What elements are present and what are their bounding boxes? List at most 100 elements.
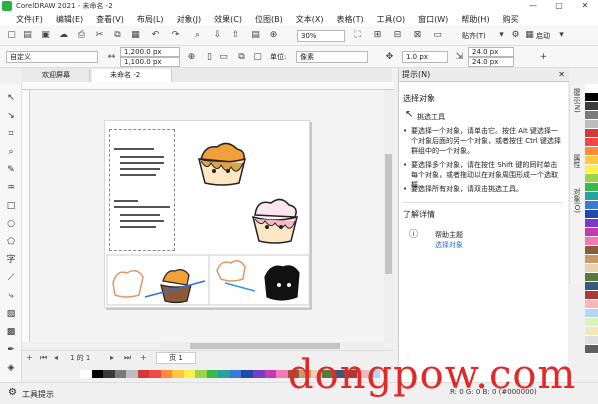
menu-file[interactable]: 文件(F): [16, 14, 43, 25]
portrait-icon[interactable]: ▯: [204, 52, 215, 63]
cupcake-orange[interactable]: [197, 142, 247, 186]
vertical-scrollbar[interactable]: [384, 90, 393, 342]
first-page-icon[interactable]: ⏮: [40, 353, 47, 363]
menu-tools[interactable]: 工具(O): [377, 14, 406, 25]
color-swatch[interactable]: [585, 291, 598, 300]
color-swatch[interactable]: [585, 327, 598, 336]
document-color-swatch[interactable]: [149, 370, 161, 378]
cut-icon[interactable]: ✂: [94, 30, 105, 41]
document-color-swatch[interactable]: [103, 370, 115, 378]
document-color-swatch[interactable]: [195, 370, 207, 378]
landscape-icon[interactable]: ▭: [218, 52, 229, 63]
document-color-swatch[interactable]: [91, 370, 104, 378]
page-height-field[interactable]: 1,100.0 px: [120, 57, 180, 67]
color-swatch[interactable]: [585, 156, 598, 165]
menu-bitmaps[interactable]: 位图(B): [255, 14, 283, 25]
document-color-swatch[interactable]: [264, 370, 277, 378]
color-swatch[interactable]: [585, 111, 598, 120]
document-color-swatch[interactable]: [80, 370, 92, 378]
interactive-fill-tool-icon[interactable]: ◈: [5, 362, 17, 374]
side-tab-properties[interactable]: 属性: [572, 154, 582, 168]
color-swatch[interactable]: [585, 345, 598, 354]
page-tab-1[interactable]: 页 1: [156, 352, 196, 364]
color-swatch[interactable]: [585, 219, 598, 228]
open-folder-icon[interactable]: ▤: [22, 30, 33, 41]
side-tab-objects[interactable]: 对象(O): [572, 188, 582, 213]
new-document-icon[interactable]: ▢: [6, 30, 17, 41]
text-tool-icon[interactable]: 字: [5, 254, 17, 266]
horizontal-scrollbar[interactable]: [160, 342, 384, 350]
artistic-media-tool-icon[interactable]: ♒: [5, 182, 17, 194]
color-swatch[interactable]: [585, 165, 598, 174]
launch-icon[interactable]: ▦: [524, 30, 535, 41]
color-swatch[interactable]: [585, 255, 598, 264]
color-swatch[interactable]: [585, 138, 598, 147]
drawing-canvas[interactable]: [30, 90, 384, 342]
rulers-icon[interactable]: ⊞: [372, 30, 383, 41]
zoom-tool-icon[interactable]: ⌕: [5, 146, 17, 158]
lock-ratio-icon[interactable]: ⊕: [186, 52, 197, 63]
document-color-swatch[interactable]: [218, 370, 230, 378]
nudge-distance-field[interactable]: 1.0 px: [402, 51, 448, 63]
horizontal-scroll-thumb[interactable]: [190, 343, 340, 349]
paste-icon[interactable]: ▦: [130, 30, 141, 41]
page-width-field[interactable]: 1,200.0 px: [120, 47, 180, 57]
menu-effects[interactable]: 效果(C): [214, 14, 242, 25]
document-color-swatch[interactable]: [160, 370, 173, 378]
color-swatch[interactable]: [585, 282, 598, 291]
color-swatch[interactable]: [585, 147, 598, 156]
settings-gear-icon[interactable]: ⚙: [8, 387, 17, 398]
menu-window[interactable]: 窗口(W): [418, 14, 448, 25]
cloud-upload-icon[interactable]: ☁: [58, 30, 69, 41]
color-swatch[interactable]: [585, 174, 598, 183]
color-swatch[interactable]: [585, 84, 598, 93]
color-swatch[interactable]: [585, 192, 598, 201]
crop-tool-icon[interactable]: ⌗: [5, 128, 17, 140]
document-color-swatch[interactable]: [206, 370, 219, 378]
duplicate-x-field[interactable]: 24.0 px: [468, 47, 514, 57]
full-screen-icon[interactable]: ⛶: [352, 30, 363, 41]
side-tab-hints[interactable]: 提示(N): [572, 88, 582, 113]
rectangle-tool-icon[interactable]: □: [5, 200, 17, 212]
print-icon[interactable]: ⎙: [76, 30, 87, 41]
pick-tool-icon[interactable]: ↖: [5, 92, 17, 104]
menu-buy[interactable]: 购买: [503, 14, 519, 25]
copy-icon[interactable]: ⧉: [112, 30, 123, 41]
menu-object[interactable]: 对象(J): [177, 14, 202, 25]
shape-tool-icon[interactable]: ↘: [5, 110, 17, 122]
view-mode-icon[interactable]: ▭: [432, 30, 443, 41]
current-page-icon[interactable]: ▢: [252, 52, 263, 63]
menu-table[interactable]: 表格(T): [336, 14, 363, 25]
color-swatch[interactable]: [585, 120, 598, 129]
drop-shadow-tool-icon[interactable]: ▧: [5, 308, 17, 320]
duplicate-y-field[interactable]: 24.0 px: [468, 57, 514, 67]
connector-tool-icon[interactable]: ⤷: [5, 290, 17, 302]
add-page-after-icon[interactable]: +: [140, 353, 147, 362]
cupcake-pink[interactable]: [251, 198, 299, 244]
menu-view[interactable]: 查看(V): [96, 14, 124, 25]
color-swatch[interactable]: [585, 183, 598, 192]
grid-icon[interactable]: ⊟: [392, 30, 403, 41]
eyedropper-tool-icon[interactable]: ✒: [5, 344, 17, 356]
step-2-cupcakes[interactable]: [112, 269, 206, 304]
close-button[interactable]: ✕: [572, 0, 598, 12]
color-swatch[interactable]: [585, 237, 598, 246]
color-swatch[interactable]: [585, 129, 598, 138]
launch-button[interactable]: 启动: [536, 30, 550, 42]
polygon-tool-icon[interactable]: ⬠: [5, 236, 17, 248]
add-page-before-icon[interactable]: +: [26, 353, 33, 362]
document-color-swatch[interactable]: [276, 370, 288, 378]
color-swatch[interactable]: [585, 318, 598, 327]
color-swatch[interactable]: [585, 336, 598, 345]
document-color-swatch[interactable]: [114, 370, 127, 378]
document-color-swatch[interactable]: [183, 370, 196, 378]
color-swatch[interactable]: [585, 300, 598, 309]
document-page[interactable]: [104, 120, 310, 308]
menu-layout[interactable]: 布局(L): [137, 14, 164, 25]
search-icon[interactable]: ⌕: [192, 30, 203, 41]
color-swatch[interactable]: [585, 228, 598, 237]
tab-welcome-screen[interactable]: 欢迎屏幕: [24, 69, 90, 82]
last-page-icon[interactable]: ⏭: [124, 353, 131, 363]
help-link-select-objects[interactable]: 选择对象: [435, 240, 463, 250]
color-swatch[interactable]: [585, 309, 598, 318]
